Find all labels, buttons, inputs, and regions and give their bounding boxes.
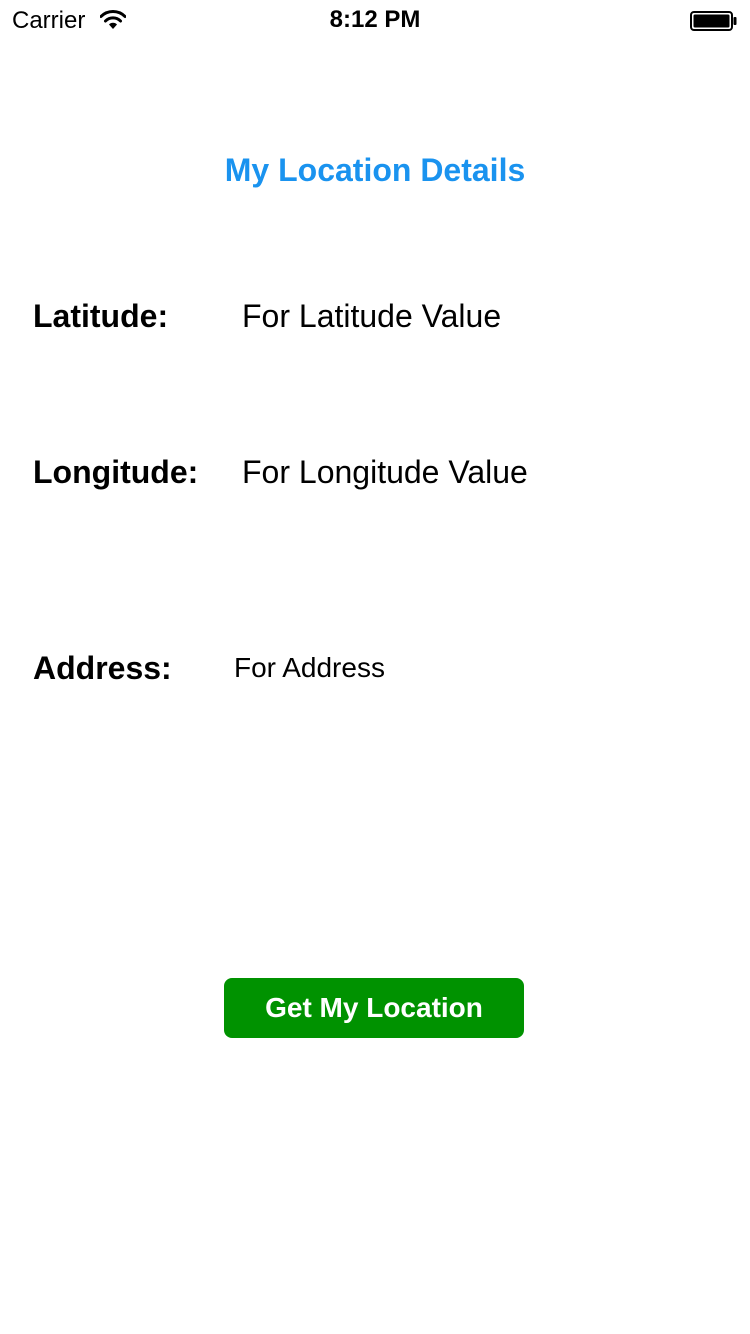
battery-full-icon [690,11,737,31]
status-time: 8:12 PM [329,6,421,33]
address-label: Address: [33,650,172,686]
address-value: For Address [234,652,385,683]
get-my-location-button[interactable]: Get My Location [224,978,524,1038]
page-title: My Location Details [224,152,526,188]
latitude-label: Latitude: [33,298,169,334]
longitude-value: For Longitude Value [242,454,528,490]
longitude-label: Longitude: [33,454,199,490]
latitude-value: For Latitude Value [242,298,502,334]
status-bar: Carrier 8:12 PM [0,0,750,40]
